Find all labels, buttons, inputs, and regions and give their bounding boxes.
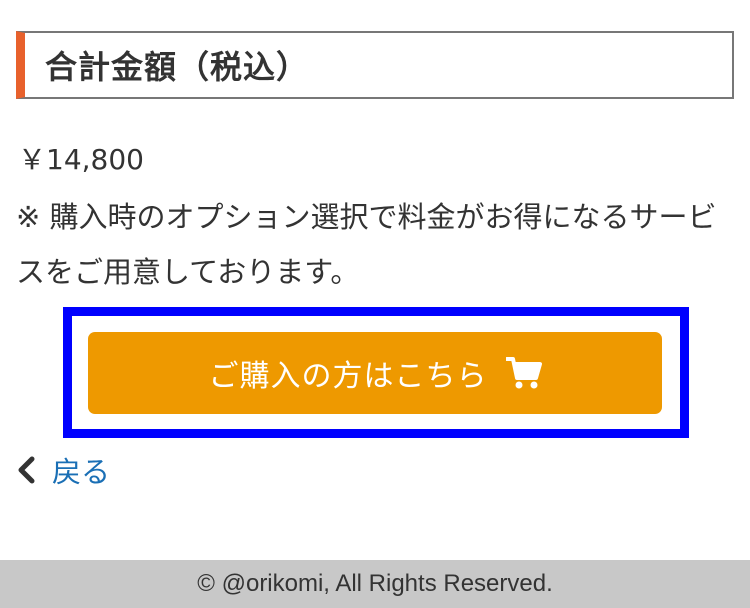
back-link[interactable]: 戻る xyxy=(16,448,110,492)
back-link-label: 戻る xyxy=(52,455,111,489)
shopping-cart-icon xyxy=(504,356,542,390)
price-value: ￥14,800 xyxy=(18,143,144,176)
total-price-heading-box: 合計金額（税込） xyxy=(16,31,734,99)
copyright-text: © @orikomi, All Rights Reserved. xyxy=(197,570,553,597)
purchase-button-label: ご購入の方はこちら xyxy=(208,359,488,394)
purchase-button[interactable]: ご購入の方はこちら xyxy=(88,332,662,414)
section-title: 合計金額（税込） xyxy=(45,48,310,86)
chevron-left-icon xyxy=(16,456,38,484)
page: 合計金額（税込） ￥14,800 ※ 購入時のオプション選択で料金がお得になるサ… xyxy=(0,0,750,608)
footer: © @orikomi, All Rights Reserved. xyxy=(0,560,750,608)
option-note: ※ 購入時のオプション選択で料金がお得になるサービスをご用意しております。 xyxy=(16,200,717,289)
